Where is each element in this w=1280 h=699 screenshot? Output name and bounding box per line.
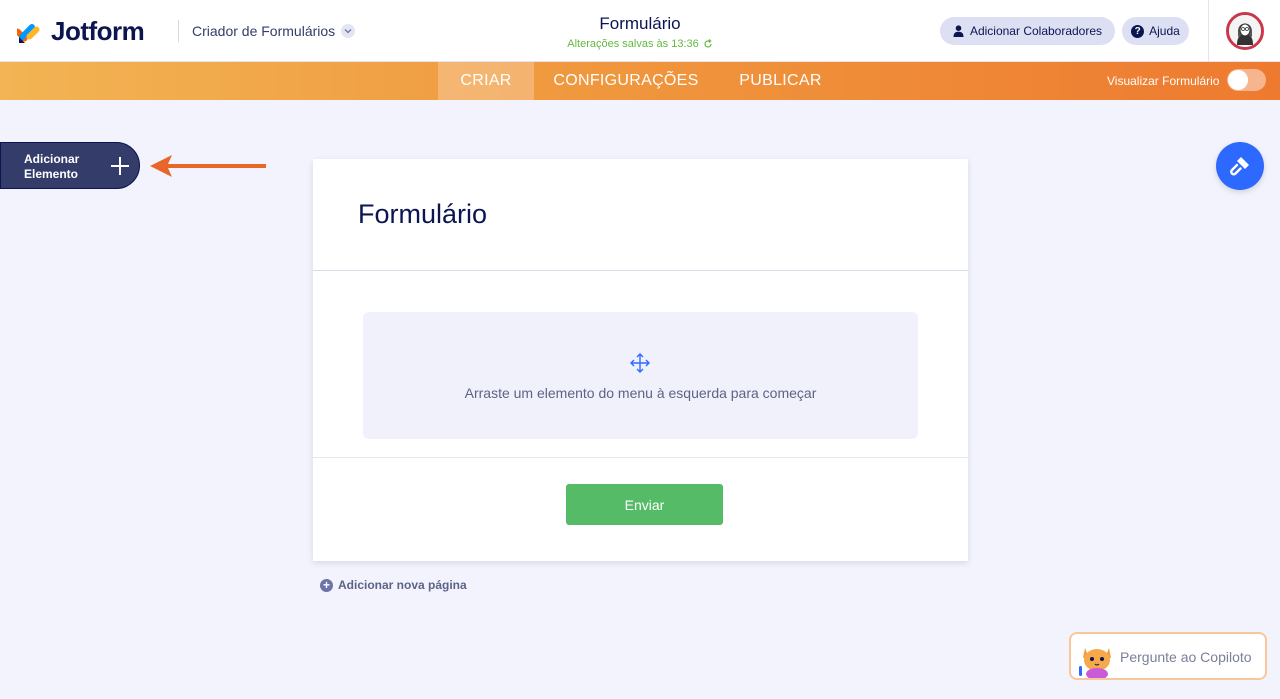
tab-label: CRIAR bbox=[460, 72, 512, 89]
top-header: Jotform Criador de Formulários Formulári… bbox=[0, 0, 1280, 62]
plus-icon bbox=[111, 157, 129, 175]
drop-hint: Arraste um elemento do menu à esquerda p… bbox=[464, 385, 817, 401]
toggle-knob bbox=[1228, 70, 1248, 90]
paint-roller-icon bbox=[1230, 157, 1249, 176]
add-element-label: Adicionar Elemento bbox=[24, 152, 80, 181]
plus-circle-icon: + bbox=[320, 578, 333, 592]
submit-button[interactable]: Enviar bbox=[566, 484, 723, 525]
tab-publicar[interactable]: PUBLICAR bbox=[718, 62, 843, 100]
add-new-page-link[interactable]: + Adicionar nova página bbox=[320, 578, 467, 592]
heading-divider bbox=[313, 270, 968, 271]
builder-title: Criador de Formulários bbox=[192, 23, 336, 39]
add-page-label: Adicionar nova página bbox=[338, 578, 467, 592]
drop-zone[interactable]: Arraste um elemento do menu à esquerda p… bbox=[363, 312, 918, 439]
jotform-logo[interactable]: Jotform bbox=[14, 16, 145, 47]
form-heading[interactable]: Formulário bbox=[358, 199, 487, 230]
header-divider bbox=[1208, 0, 1209, 62]
question-icon: ? bbox=[1131, 24, 1145, 38]
tab-configuracoes[interactable]: CONFIGURAÇÕES bbox=[534, 62, 718, 100]
form-title-area: Formulário Alterações salvas às 13:36 bbox=[490, 14, 790, 52]
preview-form-label: Visualizar Formulário bbox=[1107, 74, 1220, 88]
logo-text: Jotform bbox=[51, 16, 145, 46]
jotform-logo-icon bbox=[14, 19, 43, 45]
form-designer-button[interactable] bbox=[1216, 142, 1264, 190]
tab-label: PUBLICAR bbox=[739, 72, 822, 89]
tab-criar[interactable]: CRIAR bbox=[438, 62, 534, 100]
form-card: Formulário Arraste um elemento do menu à… bbox=[313, 159, 968, 561]
copilot-cat-icon bbox=[1079, 648, 1111, 678]
saved-status-text: Alterações salvas às 13:36 bbox=[567, 38, 699, 50]
copilot-button[interactable]: Pergunte ao Copiloto bbox=[1069, 632, 1267, 680]
move-icon bbox=[630, 353, 650, 373]
form-title[interactable]: Formulário bbox=[490, 14, 790, 34]
saved-status: Alterações salvas às 13:36 bbox=[567, 38, 712, 50]
annotation-arrow-icon bbox=[150, 155, 266, 177]
builder-nav: CRIAR CONFIGURAÇÕES PUBLICAR Visualizar … bbox=[0, 62, 1280, 100]
help-label: Ajuda bbox=[1149, 24, 1180, 38]
add-collaborators-label: Adicionar Colaboradores bbox=[969, 24, 1103, 38]
refresh-icon bbox=[704, 39, 712, 48]
preview-form-toggle[interactable] bbox=[1227, 69, 1266, 91]
header-separator bbox=[178, 20, 179, 42]
tab-label: CONFIGURAÇÕES bbox=[553, 72, 699, 89]
add-element-button[interactable]: Adicionar Elemento bbox=[0, 142, 140, 189]
submit-label: Enviar bbox=[624, 496, 665, 513]
submit-divider bbox=[313, 457, 968, 458]
add-collaborators-button[interactable]: Adicionar Colaboradores bbox=[940, 17, 1115, 45]
help-button[interactable]: ? Ajuda bbox=[1122, 17, 1189, 45]
builder-menu[interactable]: Criador de Formulários bbox=[192, 23, 356, 39]
chevron-down-icon bbox=[341, 24, 356, 38]
user-icon bbox=[953, 25, 964, 37]
user-avatar[interactable] bbox=[1226, 12, 1264, 50]
copilot-label: Pergunte ao Copiloto bbox=[1120, 649, 1252, 665]
